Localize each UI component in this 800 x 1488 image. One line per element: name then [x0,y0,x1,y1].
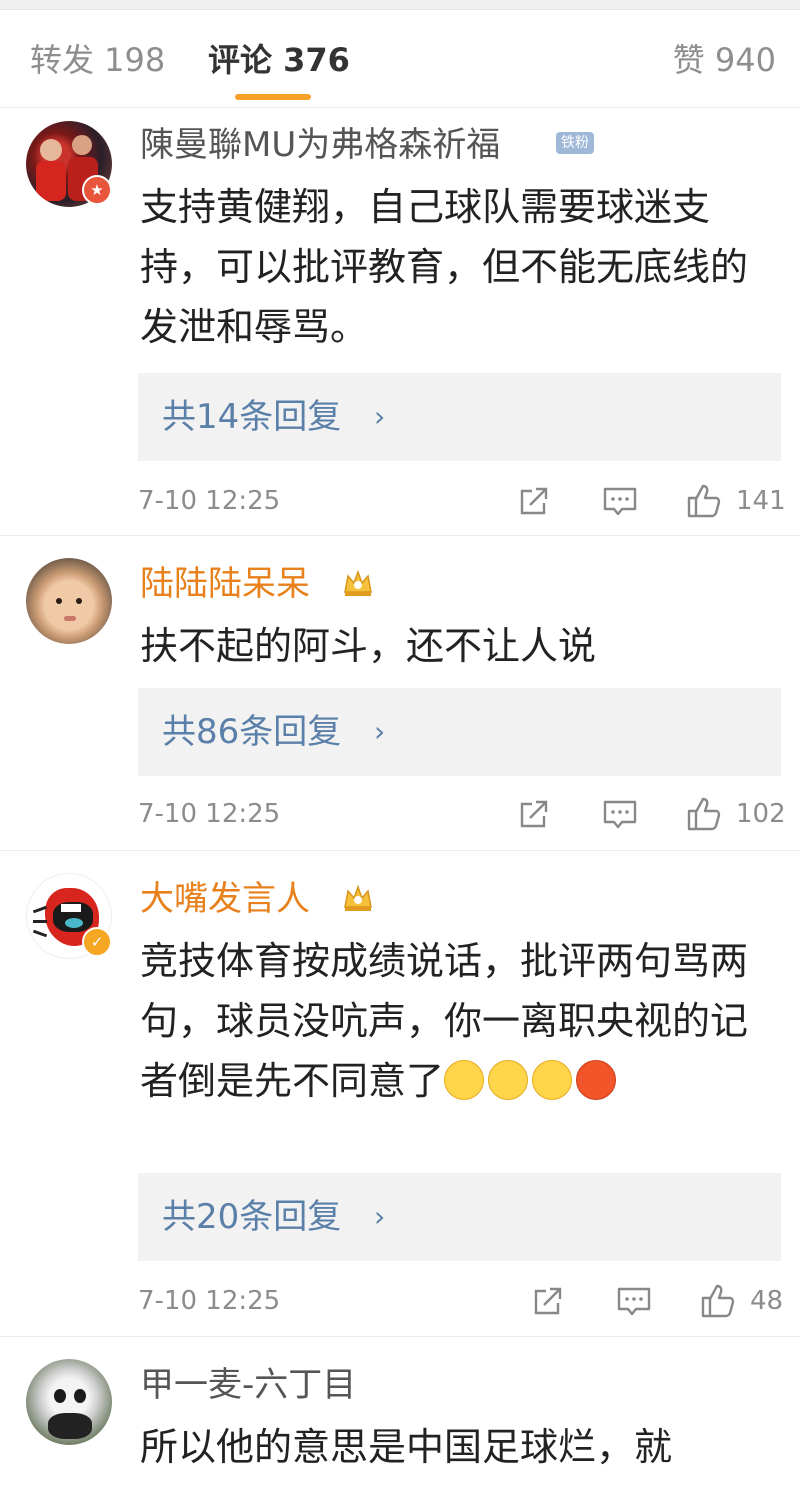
like-count: 102 [736,799,786,829]
comment-icon[interactable] [602,796,638,832]
crying-emoji-icon [488,1060,529,1100]
angry-emoji-icon [576,1060,617,1100]
share-icon[interactable] [530,1283,566,1319]
comment-text: 扶不起的阿斗，还不让人说 [140,624,597,668]
chevron-right-icon: › [374,1200,386,1233]
comment-item: ✓ 大嘴发言人 竞技体育按成绩说话，批评两句骂两句，球员没吭声，你一离职央视的记… [0,851,800,1337]
like-count: 141 [736,486,786,516]
chevron-right-icon: › [374,715,386,748]
timestamp: 7-10 12:25 [138,486,281,516]
replies-link[interactable]: 共86条回复 › [138,688,781,776]
comment-item: 陆陆陆呆呆 扶不起的阿斗，还不让人说 共86条回复 › 7-10 12:25 1… [0,536,800,851]
share-icon[interactable] [516,483,552,519]
tab-comments[interactable]: 评论 376 [208,38,350,82]
username[interactable]: 大嘴发言人 [140,877,310,921]
user-badge-icon: ★ [82,175,112,205]
comment-item: ★ 陳曼聯MU为弗格森祈福 铁粉 支持黄健翔，自己球队需要球迷支持，可以批评教育… [0,109,800,536]
share-icon[interactable] [516,796,552,832]
verified-badge-icon: ✓ [82,927,112,957]
replies-link[interactable]: 共20条回复 › [138,1173,781,1261]
tab-reposts[interactable]: 转发 198 [30,38,165,82]
replies-count: 共14条回复 [162,397,342,437]
replies-count: 共86条回复 [162,712,342,752]
crying-emoji-icon [532,1060,573,1100]
avatar[interactable] [26,558,112,644]
timestamp: 7-10 12:25 [138,1286,281,1316]
tab-likes[interactable]: 赞 940 [673,38,776,82]
like-count: 48 [750,1286,784,1316]
chevron-right-icon: › [374,400,386,433]
comment-meta: 7-10 12:25 141 [0,481,800,521]
active-tab-indicator [235,94,311,100]
tab-bar: 转发 198 评论 376 赞 940 [0,10,800,108]
crown-icon [344,884,372,911]
comment-text: 支持黄健翔，自己球队需要球迷支持，可以批评教育，但不能无底线的发泄和辱骂。 [140,185,749,349]
username[interactable]: 陆陆陆呆呆 [140,562,310,606]
thumbs-up-icon[interactable] [686,483,722,519]
timestamp: 7-10 12:25 [138,799,281,829]
comment-text: 所以他的意思是中国足球烂，就 [140,1425,673,1469]
replies-count: 共20条回复 [162,1197,342,1237]
thumbs-up-icon[interactable] [686,796,722,832]
avatar[interactable]: ★ [26,121,112,207]
avatar[interactable]: ✓ [26,873,112,959]
comment-meta: 7-10 12:25 102 [0,794,800,834]
comment-icon[interactable] [616,1283,652,1319]
comment-item: 甲一麦-六丁目 所以他的意思是中国足球烂，就 [0,1337,800,1488]
username[interactable]: 甲一麦-六丁目 [140,1363,356,1407]
comment-meta: 7-10 12:25 48 [0,1281,800,1321]
replies-link[interactable]: 共14条回复 › [138,373,781,461]
fan-badge: 铁粉 [556,132,594,154]
avatar[interactable] [26,1359,112,1445]
comment-icon[interactable] [602,483,638,519]
thumbs-up-icon[interactable] [700,1283,736,1319]
comment-text: 竞技体育按成绩说话，批评两句骂两句，球员没吭声，你一离职央视的记者倒是先不同意了 [140,931,760,1111]
crying-emoji-icon [444,1060,485,1100]
top-divider [0,0,800,10]
crown-icon [344,569,372,596]
username[interactable]: 陳曼聯MU为弗格森祈福 [140,123,500,167]
